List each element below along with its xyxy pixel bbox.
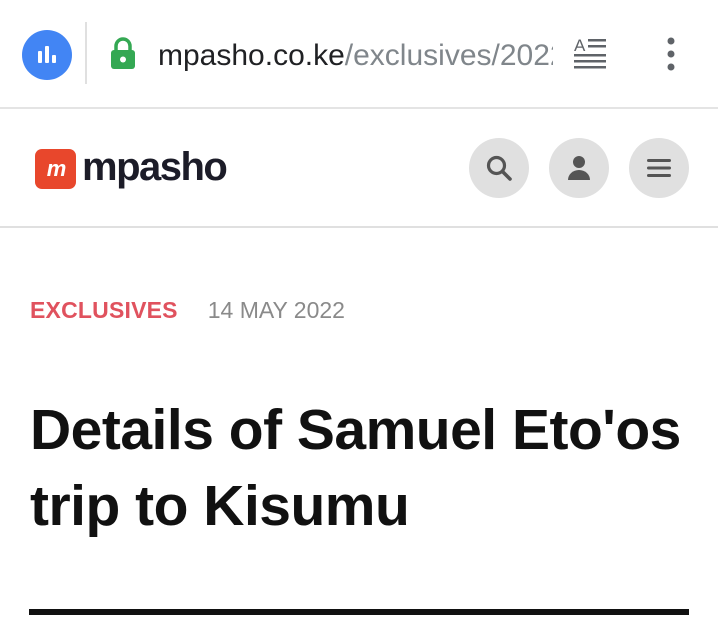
user-icon bbox=[568, 156, 590, 180]
publish-date: 14 MAY 2022 bbox=[207, 297, 345, 323]
hamburger-menu-icon bbox=[647, 159, 671, 177]
category-link[interactable]: EXCLUSIVES bbox=[30, 294, 178, 326]
url-field[interactable]: mpasho.co.ke/exclusives/2022 bbox=[158, 36, 553, 76]
more-vert-icon[interactable] bbox=[660, 36, 682, 72]
url-bar-divider bbox=[85, 22, 87, 84]
logo-badge[interactable]: m bbox=[35, 149, 76, 189]
site-header: m mpasho bbox=[0, 111, 718, 228]
menu-button[interactable] bbox=[629, 138, 689, 198]
article-headline: Details of Samuel Eto'os trip to Kisumu bbox=[30, 398, 681, 538]
search-icon bbox=[486, 155, 512, 181]
bar-chart-icon[interactable] bbox=[22, 30, 72, 80]
section-divider bbox=[29, 609, 689, 615]
url-domain: mpasho.co.ke bbox=[158, 39, 345, 72]
article-meta: EXCLUSIVES 14 MAY 2022 bbox=[30, 294, 345, 326]
url-path: /exclusives/2022 bbox=[344, 39, 553, 72]
search-button[interactable] bbox=[469, 138, 529, 198]
browser-url-bar: mpasho.co.ke/exclusives/2022 A bbox=[0, 0, 718, 109]
logo-text[interactable]: mpasho bbox=[82, 141, 228, 193]
svg-text:A: A bbox=[574, 36, 586, 55]
user-button[interactable] bbox=[549, 138, 609, 198]
logo-mark: m bbox=[46, 156, 67, 181]
lock-icon[interactable] bbox=[108, 36, 138, 70]
reader-mode-icon[interactable]: A bbox=[573, 36, 609, 70]
